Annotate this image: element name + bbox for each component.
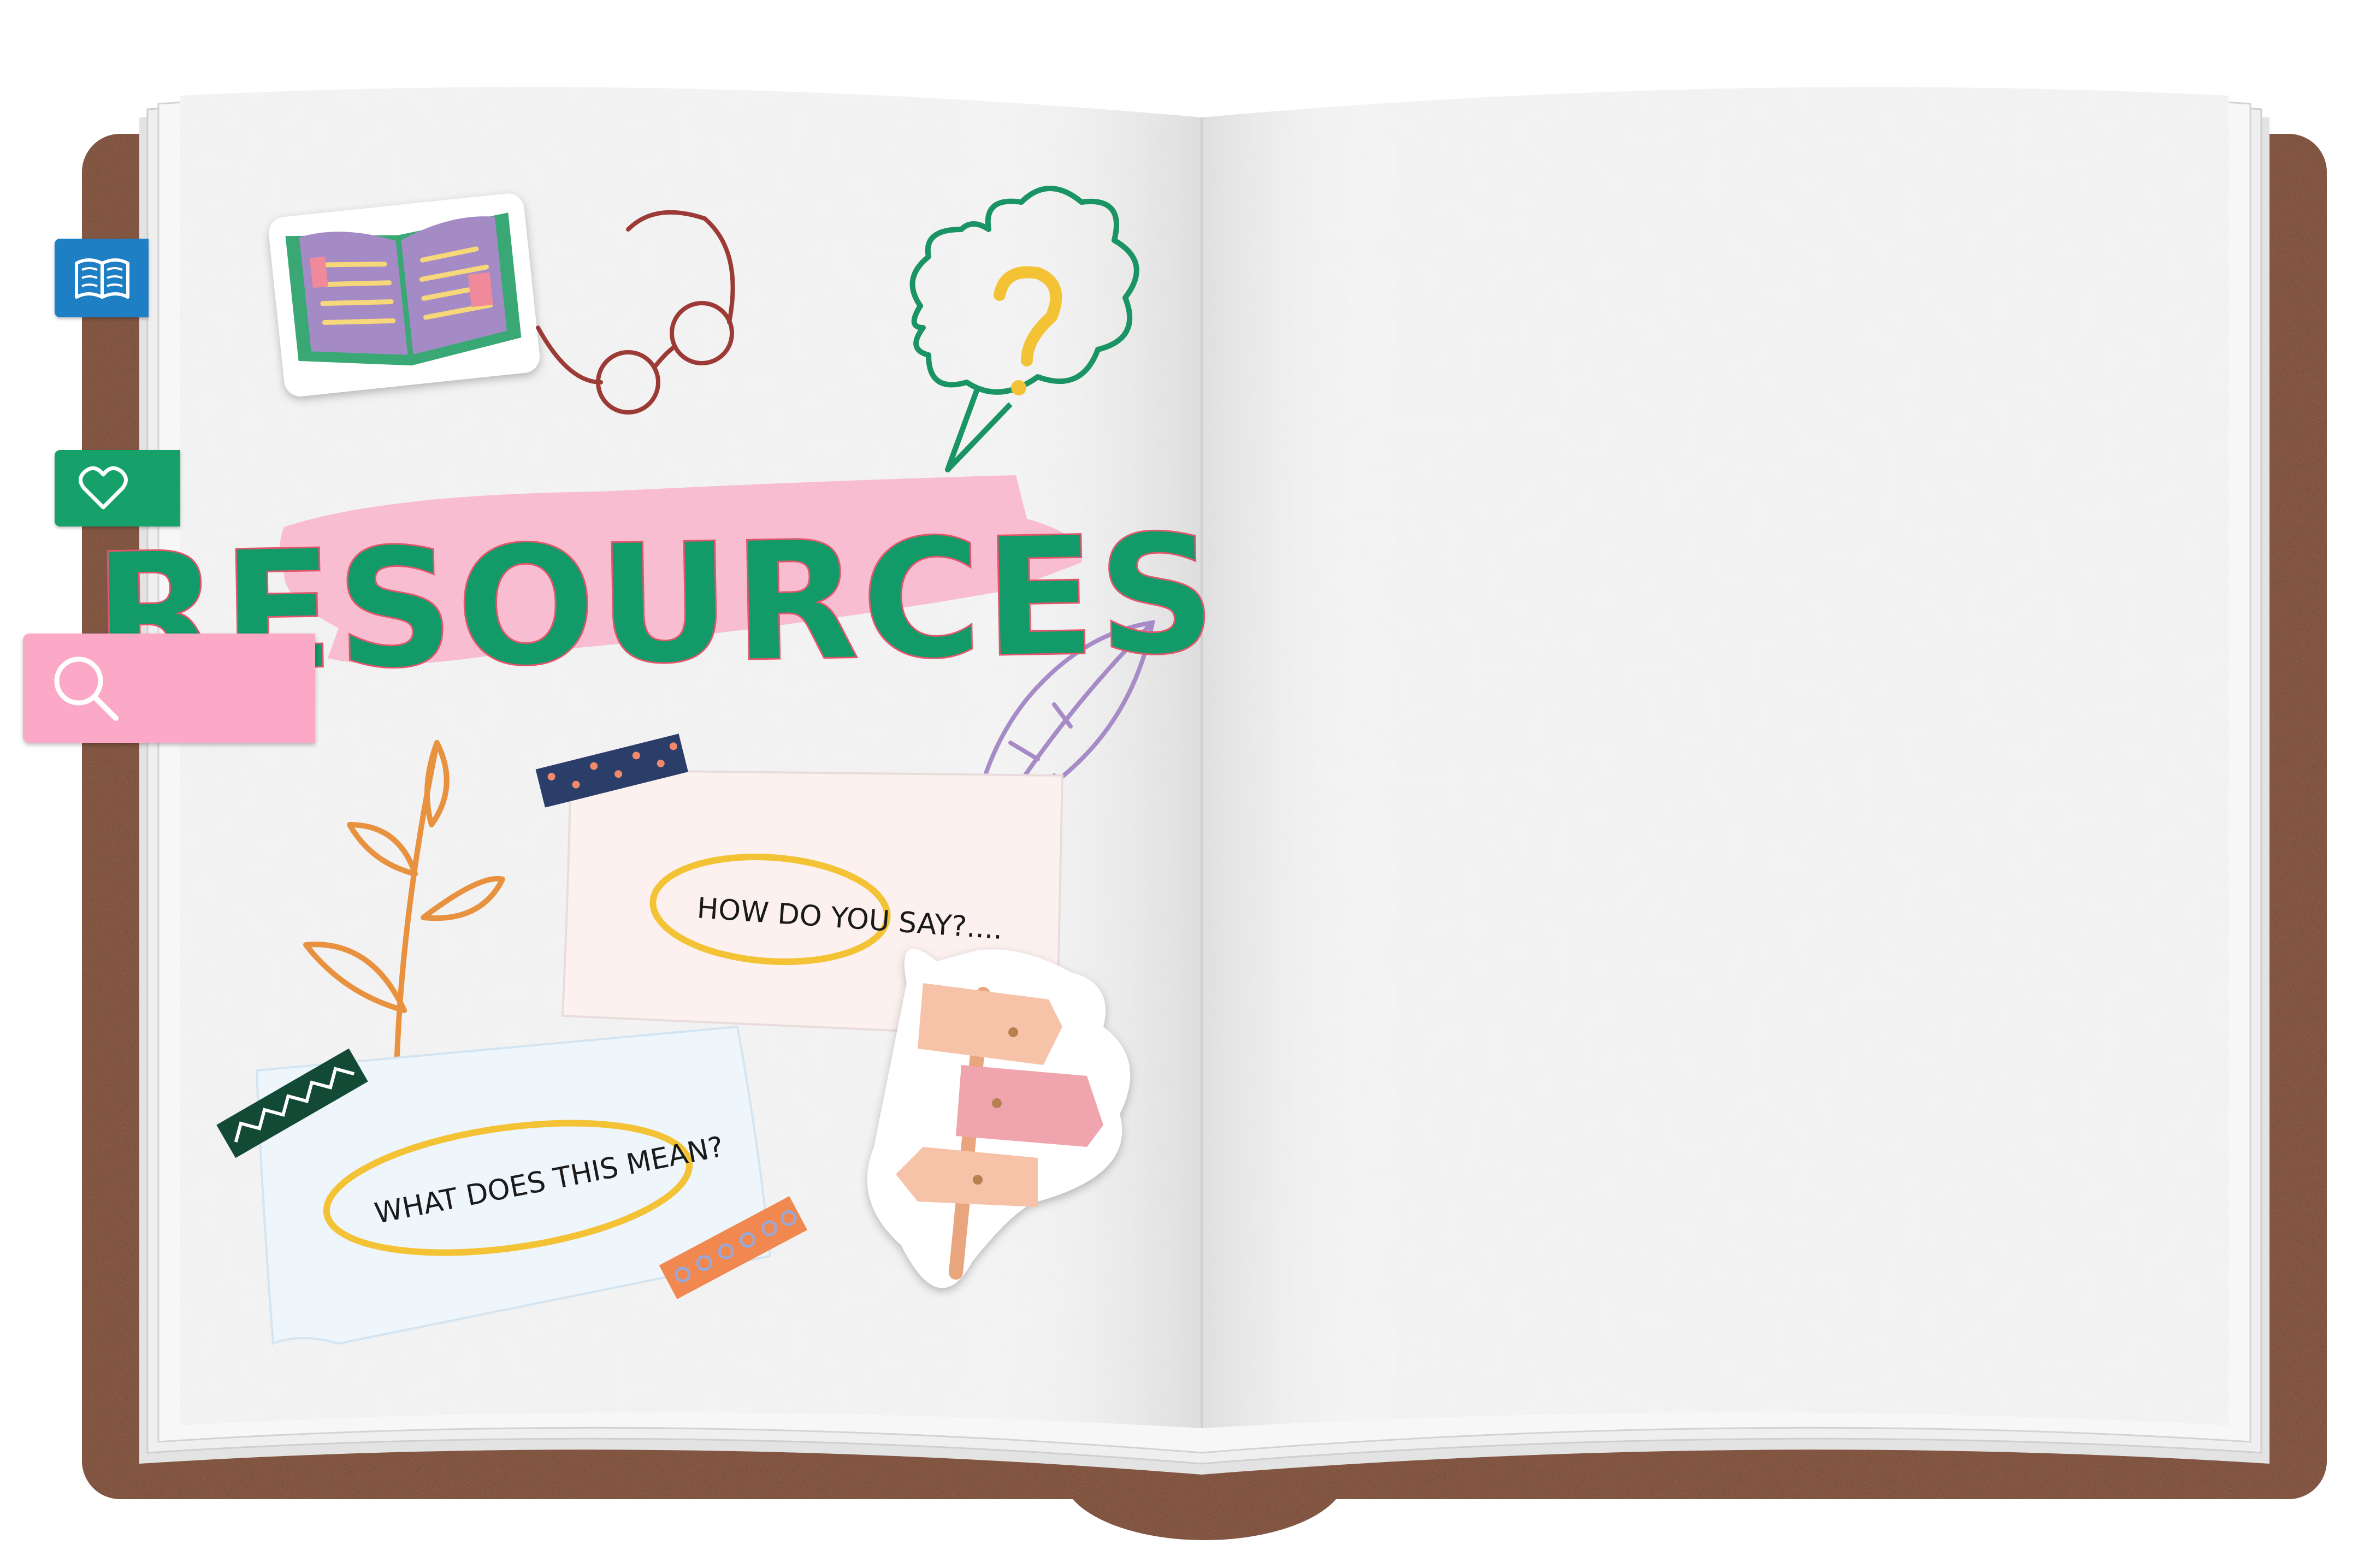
notebook-scene: RESOURCES HOW DO YOU SAY?.... WHAT DOES …	[82, 87, 2327, 1540]
open-book-sticker	[269, 193, 540, 397]
favorites-tab[interactable]	[55, 450, 180, 526]
search-input[interactable]	[126, 649, 303, 729]
open-book-icon	[75, 258, 129, 299]
bookmarks-tab[interactable]	[55, 239, 149, 317]
heart-icon	[79, 466, 128, 510]
search-icon	[54, 656, 119, 721]
right-page	[1202, 87, 2229, 1428]
